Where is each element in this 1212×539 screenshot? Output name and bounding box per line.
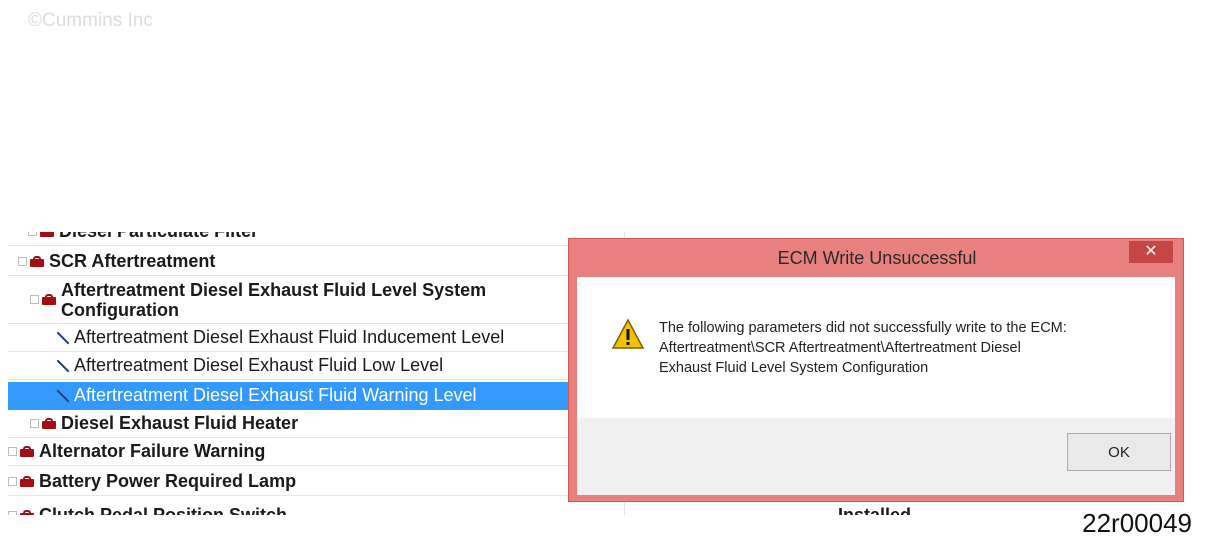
dialog-footer: OK: [577, 418, 1175, 495]
figure-id: 22r00049: [1082, 508, 1192, 538]
dialog-body: The following parameters did not success…: [577, 277, 1175, 418]
folder-icon: [20, 510, 34, 515]
copyright-watermark: ©Cummins Inc: [28, 10, 153, 31]
folder-icon: [40, 232, 54, 237]
expand-toggle-icon[interactable]: [8, 511, 17, 515]
folder-icon: [42, 294, 56, 305]
expand-toggle-icon[interactable]: [8, 447, 17, 456]
message-line: Exhaust Fluid Level System Configuration: [659, 360, 929, 376]
expand-toggle-icon[interactable]: [30, 295, 39, 304]
parameter-icon: [56, 331, 70, 345]
tree-row-label: Diesel Particulate Filter: [59, 232, 258, 242]
folder-icon: [20, 446, 34, 457]
parameter-icon: [56, 359, 70, 373]
parameter-icon: [56, 389, 70, 403]
tree-row-label: Aftertreatment Diesel Exhaust Fluid Leve…: [61, 279, 487, 320]
message-line: Aftertreatment\SCR Aftertreatment\Aftert…: [659, 340, 1021, 356]
ok-button[interactable]: OK: [1067, 433, 1171, 471]
close-icon: ✕: [1144, 243, 1158, 260]
tree-row-label: Alternator Failure Warning: [39, 441, 266, 461]
tree-row-clutch-pedal-position-switch[interactable]: Clutch Pedal Position Switch Installed: [8, 502, 1184, 515]
dialog-title: ECM Write Unsuccessful: [777, 247, 977, 268]
error-dialog: ECM Write Unsuccessful ✕ The following p…: [568, 238, 1184, 502]
expand-toggle-icon[interactable]: [18, 257, 27, 266]
close-button[interactable]: ✕: [1129, 241, 1173, 263]
tree-row-label: Clutch Pedal Position Switch: [39, 505, 288, 515]
tree-row-label: Battery Power Required Lamp: [39, 471, 297, 491]
tree-row-label: Aftertreatment Diesel Exhaust Fluid Low …: [74, 355, 444, 375]
folder-icon: [42, 418, 56, 429]
tree-row-label: SCR Aftertreatment: [49, 251, 216, 271]
dialog-message: The following parameters did not success…: [659, 318, 1159, 378]
expand-toggle-icon[interactable]: [30, 419, 39, 428]
tree-row-label: Aftertreatment Diesel Exhaust Fluid Indu…: [74, 327, 505, 347]
warning-triangle-icon: [611, 318, 645, 349]
expand-toggle-icon[interactable]: [8, 477, 17, 486]
message-line: The following parameters did not success…: [659, 320, 1067, 336]
folder-icon: [20, 476, 34, 487]
folder-icon: [30, 256, 44, 267]
parameter-value: Installed: [838, 505, 912, 515]
tree-row-label: Aftertreatment Diesel Exhaust Fluid Warn…: [74, 385, 477, 405]
tree-row-label: Diesel Exhaust Fluid Heater: [61, 413, 299, 433]
expand-toggle-icon[interactable]: [28, 232, 37, 236]
